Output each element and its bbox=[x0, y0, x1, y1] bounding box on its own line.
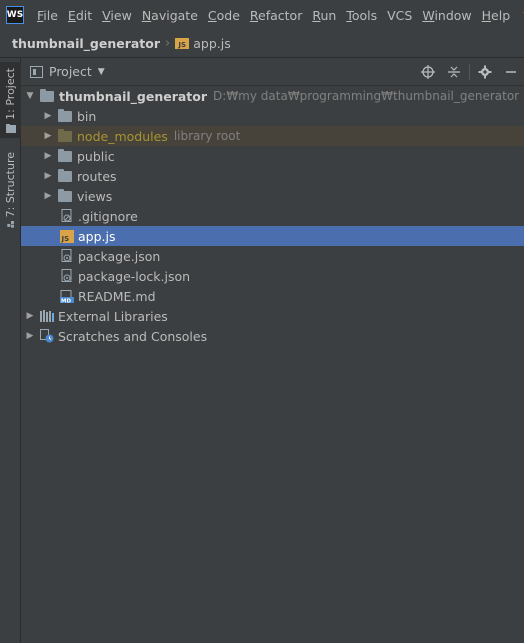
folder-icon bbox=[58, 188, 72, 202]
collapsed-arrow-icon[interactable]: ▶ bbox=[42, 171, 54, 181]
menu-bar: WS File Edit View Navigate Code Refactor… bbox=[0, 0, 524, 30]
folder-label: views bbox=[77, 188, 113, 204]
panel-toolbar bbox=[415, 58, 524, 86]
folder-label: routes bbox=[77, 168, 117, 184]
tree-folder-views[interactable]: ▶ views bbox=[21, 186, 524, 206]
folder-icon bbox=[58, 108, 72, 122]
tree-file-package-lock-json[interactable]: package-lock.json bbox=[21, 266, 524, 286]
breadcrumb-project[interactable]: thumbnail_generator bbox=[12, 36, 160, 51]
folder-icon bbox=[5, 123, 16, 133]
breadcrumb-file[interactable]: JS app.js bbox=[175, 36, 231, 51]
tree-folder-public[interactable]: ▶ public bbox=[21, 146, 524, 166]
tree-folder-routes[interactable]: ▶ routes bbox=[21, 166, 524, 186]
menu-code[interactable]: Code bbox=[203, 8, 245, 23]
locate-icon[interactable] bbox=[415, 58, 441, 86]
webstorm-logo-icon: WS bbox=[6, 6, 24, 24]
tree-file-gitignore[interactable]: .gitignore bbox=[21, 206, 524, 226]
library-root-hint: library root bbox=[173, 129, 241, 143]
menu-vcs[interactable]: VCS bbox=[382, 8, 417, 23]
menu-edit[interactable]: Edit bbox=[63, 8, 97, 23]
breadcrumb-file-label: app.js bbox=[193, 36, 231, 51]
project-panel-header: Project ▼ bbox=[21, 58, 524, 86]
expanded-arrow-icon[interactable]: ▼ bbox=[24, 91, 36, 101]
menu-run[interactable]: Run bbox=[307, 8, 341, 23]
json-file-icon bbox=[60, 269, 74, 283]
tab-project[interactable]: 1: Project bbox=[0, 62, 21, 138]
tree-file-package-json[interactable]: package.json bbox=[21, 246, 524, 266]
tree-external-libraries[interactable]: ▶ External Libraries bbox=[21, 306, 524, 326]
library-folder-icon bbox=[58, 128, 72, 142]
minimize-icon[interactable] bbox=[498, 58, 524, 86]
tree-file-app-js[interactable]: JS app.js bbox=[21, 226, 524, 246]
folder-icon bbox=[40, 88, 54, 102]
root-path: D:₩my data₩programming₩thumbnail_generat… bbox=[213, 89, 520, 103]
collapsed-arrow-icon[interactable]: ▶ bbox=[24, 311, 36, 321]
external-libraries-label: External Libraries bbox=[58, 308, 168, 324]
tree-file-readme[interactable]: MD README.md bbox=[21, 286, 524, 306]
project-tree: ▼ thumbnail_generator D:₩my data₩program… bbox=[21, 86, 524, 346]
menu-file[interactable]: File bbox=[32, 8, 63, 23]
project-view-icon bbox=[30, 65, 43, 78]
tree-scratches[interactable]: ▶ Scratches and Consoles bbox=[21, 326, 524, 346]
menu-navigate[interactable]: Navigate bbox=[137, 8, 203, 23]
breadcrumb-separator: › bbox=[165, 36, 171, 51]
json-file-icon bbox=[60, 249, 74, 263]
tree-root[interactable]: ▼ thumbnail_generator D:₩my data₩program… bbox=[21, 86, 524, 106]
root-label: thumbnail_generator bbox=[59, 88, 208, 104]
gitignore-file-icon bbox=[60, 209, 74, 223]
file-label: package.json bbox=[78, 248, 161, 264]
structure-icon bbox=[6, 221, 14, 228]
tab-project-label: 1: Project bbox=[4, 68, 17, 120]
file-label: package-lock.json bbox=[78, 268, 191, 284]
menu-refactor[interactable]: Refactor bbox=[245, 8, 307, 23]
js-file-icon: JS bbox=[60, 229, 74, 243]
folder-icon bbox=[58, 168, 72, 182]
file-label: .gitignore bbox=[78, 208, 138, 224]
panel-title[interactable]: Project bbox=[49, 64, 92, 79]
folder-label: bin bbox=[77, 108, 97, 124]
folder-label: node_modules bbox=[77, 128, 168, 144]
menu-window[interactable]: Window bbox=[417, 8, 476, 23]
tree-folder-bin[interactable]: ▶ bin bbox=[21, 106, 524, 126]
menu-view[interactable]: View bbox=[97, 8, 137, 23]
folder-label: public bbox=[77, 148, 115, 164]
tree-folder-node-modules[interactable]: ▶ node_modules library root bbox=[21, 126, 524, 146]
gear-icon[interactable] bbox=[472, 58, 498, 86]
collapsed-arrow-icon[interactable]: ▶ bbox=[42, 131, 54, 141]
collapsed-arrow-icon[interactable]: ▶ bbox=[42, 191, 54, 201]
toolbar-divider bbox=[469, 64, 470, 80]
file-label: app.js bbox=[78, 228, 116, 244]
js-file-icon: JS bbox=[175, 38, 190, 49]
markdown-file-icon: MD bbox=[60, 289, 74, 303]
tab-structure[interactable]: 7: Structure bbox=[0, 148, 21, 228]
folder-icon bbox=[58, 148, 72, 162]
collapse-all-icon[interactable] bbox=[441, 58, 467, 86]
libraries-icon bbox=[40, 309, 54, 323]
menu-tools[interactable]: Tools bbox=[341, 8, 382, 23]
collapsed-arrow-icon[interactable]: ▶ bbox=[42, 111, 54, 121]
svg-text:MD: MD bbox=[61, 298, 71, 303]
scratches-icon bbox=[40, 329, 54, 343]
svg-text:JS: JS bbox=[61, 235, 70, 243]
menu-help[interactable]: Help bbox=[477, 8, 516, 23]
file-label: README.md bbox=[78, 288, 156, 304]
breadcrumb: thumbnail_generator › JS app.js bbox=[0, 30, 524, 58]
collapsed-arrow-icon[interactable]: ▶ bbox=[24, 331, 36, 341]
chevron-down-icon[interactable]: ▼ bbox=[98, 67, 105, 77]
tool-window-stripe: 1: Project 7: Structure bbox=[0, 58, 21, 643]
collapsed-arrow-icon[interactable]: ▶ bbox=[42, 151, 54, 161]
tab-structure-label: 7: Structure bbox=[4, 152, 17, 218]
scratches-label: Scratches and Consoles bbox=[58, 328, 208, 344]
